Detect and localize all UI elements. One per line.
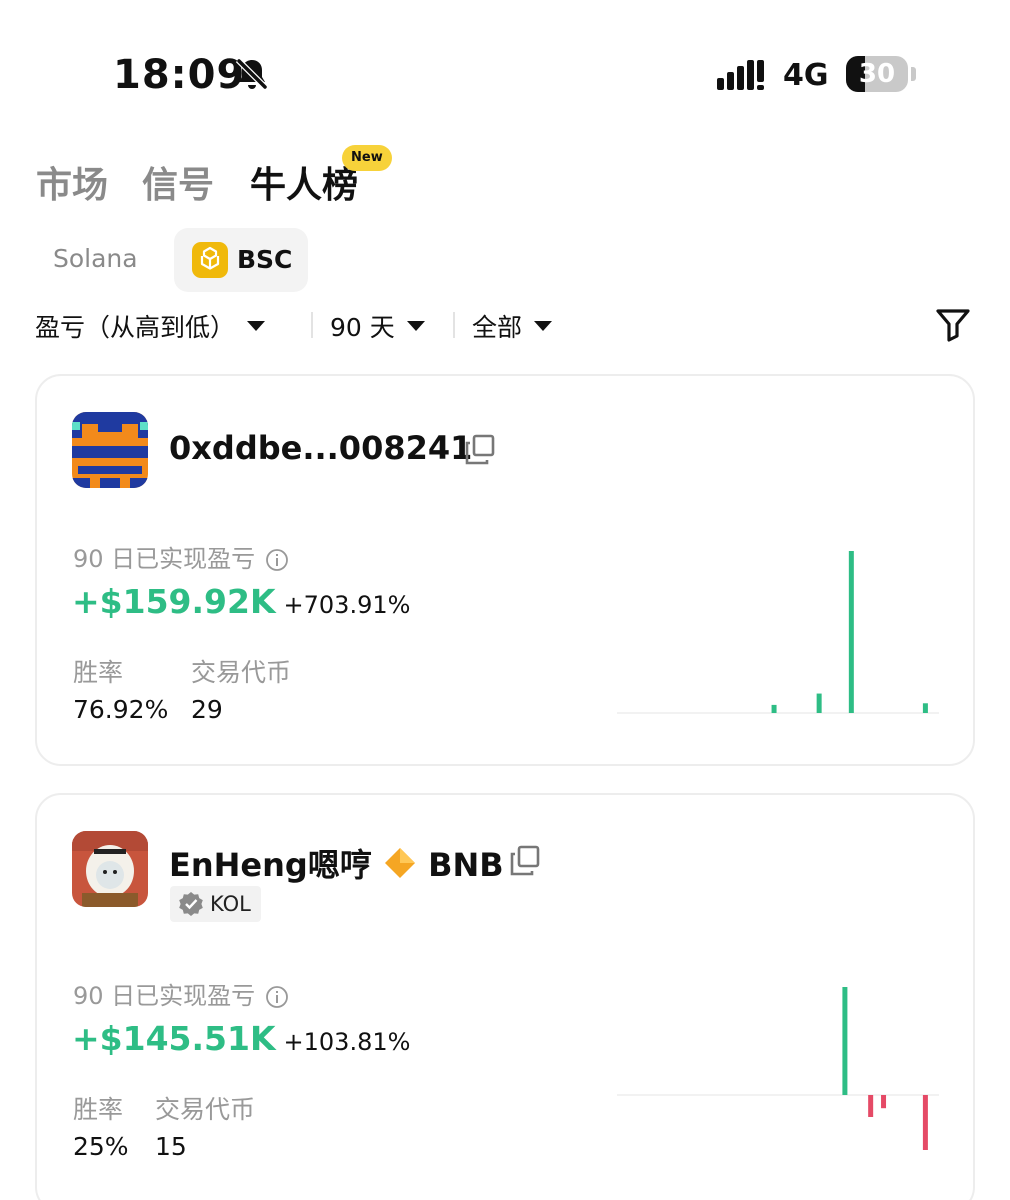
divider xyxy=(311,312,313,338)
pnl-mini-chart xyxy=(617,987,939,1150)
chart-bar xyxy=(816,693,822,713)
avatar xyxy=(72,412,148,488)
sort-label: 盈亏（从高到低） xyxy=(35,313,236,342)
tokens-label: 交易代币 xyxy=(191,658,292,687)
pnl-percent: +703.91% xyxy=(283,591,411,619)
chart-bar xyxy=(868,1095,874,1117)
trader-name: EnHeng嗯哼 BNB xyxy=(169,840,504,886)
trader-name-suffix: BNB xyxy=(428,846,504,884)
new-badge: New xyxy=(342,145,392,171)
chain-tab-bsc-label: BSC xyxy=(237,245,293,274)
trader-card[interactable]: 0xddbe...008241 90 日已实现盈亏 +$159.92K +703.… xyxy=(35,374,975,766)
pnl-value: +$159.92K +703.91% xyxy=(72,582,410,621)
network-type: 4G xyxy=(783,58,829,93)
period-dropdown[interactable]: 90 天 xyxy=(330,308,425,344)
tab-signals[interactable]: 信号 xyxy=(142,156,214,208)
scope-dropdown[interactable]: 全部 xyxy=(472,308,553,344)
chain-tab-bsc[interactable]: BSC xyxy=(174,228,308,292)
win-rate-value: 76.92% xyxy=(73,695,169,724)
pnl-label-text: 90 日已实现盈亏 xyxy=(73,545,256,573)
win-rate-value: 25% xyxy=(73,1132,129,1161)
battery-icon: 30 xyxy=(846,56,908,92)
pnl-amount: +$145.51K xyxy=(72,1019,276,1058)
diamond-icon xyxy=(384,848,415,878)
tab-market[interactable]: 市场 xyxy=(36,156,108,208)
chart-bar xyxy=(881,1095,887,1109)
trader-name-text: EnHeng嗯哼 xyxy=(169,846,372,884)
win-rate-label: 胜率 xyxy=(73,1095,124,1124)
chart-bar xyxy=(848,551,854,713)
avatar xyxy=(72,831,148,907)
tab-leaderboard[interactable]: 牛人榜 xyxy=(250,156,358,208)
battery-level: 30 xyxy=(858,59,896,89)
bell-off-icon xyxy=(235,57,269,91)
pnl-label: 90 日已实现盈亏 xyxy=(73,539,289,574)
info-icon[interactable] xyxy=(265,548,289,572)
caret-down-icon xyxy=(247,321,266,331)
copy-icon[interactable] xyxy=(508,844,542,878)
kol-label: KOL xyxy=(210,892,251,916)
status-time: 18:09 xyxy=(113,52,246,98)
period-label: 90 天 xyxy=(330,313,395,342)
verified-icon xyxy=(179,892,203,916)
pnl-mini-chart xyxy=(617,551,939,714)
signal-icon xyxy=(717,60,764,90)
caret-down-icon xyxy=(406,321,425,331)
scope-label: 全部 xyxy=(472,313,523,342)
trader-card[interactable]: EnHeng嗯哼 BNB KOL 90 日已实现盈亏 +$145.51K +103… xyxy=(35,793,975,1200)
pnl-amount: +$159.92K xyxy=(72,582,276,621)
copy-icon[interactable] xyxy=(463,433,497,467)
divider xyxy=(453,312,455,338)
wallet-address: 0xddbe...008241 xyxy=(169,429,473,467)
filter-icon[interactable] xyxy=(934,305,972,343)
kol-badge: KOL xyxy=(170,886,261,922)
chart-bar xyxy=(922,1095,928,1150)
chain-tab-solana[interactable]: Solana xyxy=(53,244,138,273)
tokens-value: 29 xyxy=(191,695,223,724)
info-icon[interactable] xyxy=(265,985,289,1009)
pnl-label: 90 日已实现盈亏 xyxy=(73,976,289,1011)
sort-dropdown[interactable]: 盈亏（从高到低） xyxy=(35,308,266,344)
pnl-value: +$145.51K +103.81% xyxy=(72,1019,410,1058)
status-bar: 18:09 4G 30 xyxy=(0,0,1010,140)
tokens-value: 15 xyxy=(155,1132,187,1161)
bsc-logo-icon xyxy=(192,242,228,278)
chart-bar xyxy=(771,704,777,713)
pnl-percent: +103.81% xyxy=(283,1028,411,1056)
pnl-label-text: 90 日已实现盈亏 xyxy=(73,982,256,1010)
win-rate-label: 胜率 xyxy=(73,658,124,687)
chart-bar xyxy=(842,987,848,1095)
chart-bar xyxy=(922,703,928,713)
caret-down-icon xyxy=(534,321,553,331)
battery-cap xyxy=(911,67,916,81)
tokens-label: 交易代币 xyxy=(155,1095,256,1124)
